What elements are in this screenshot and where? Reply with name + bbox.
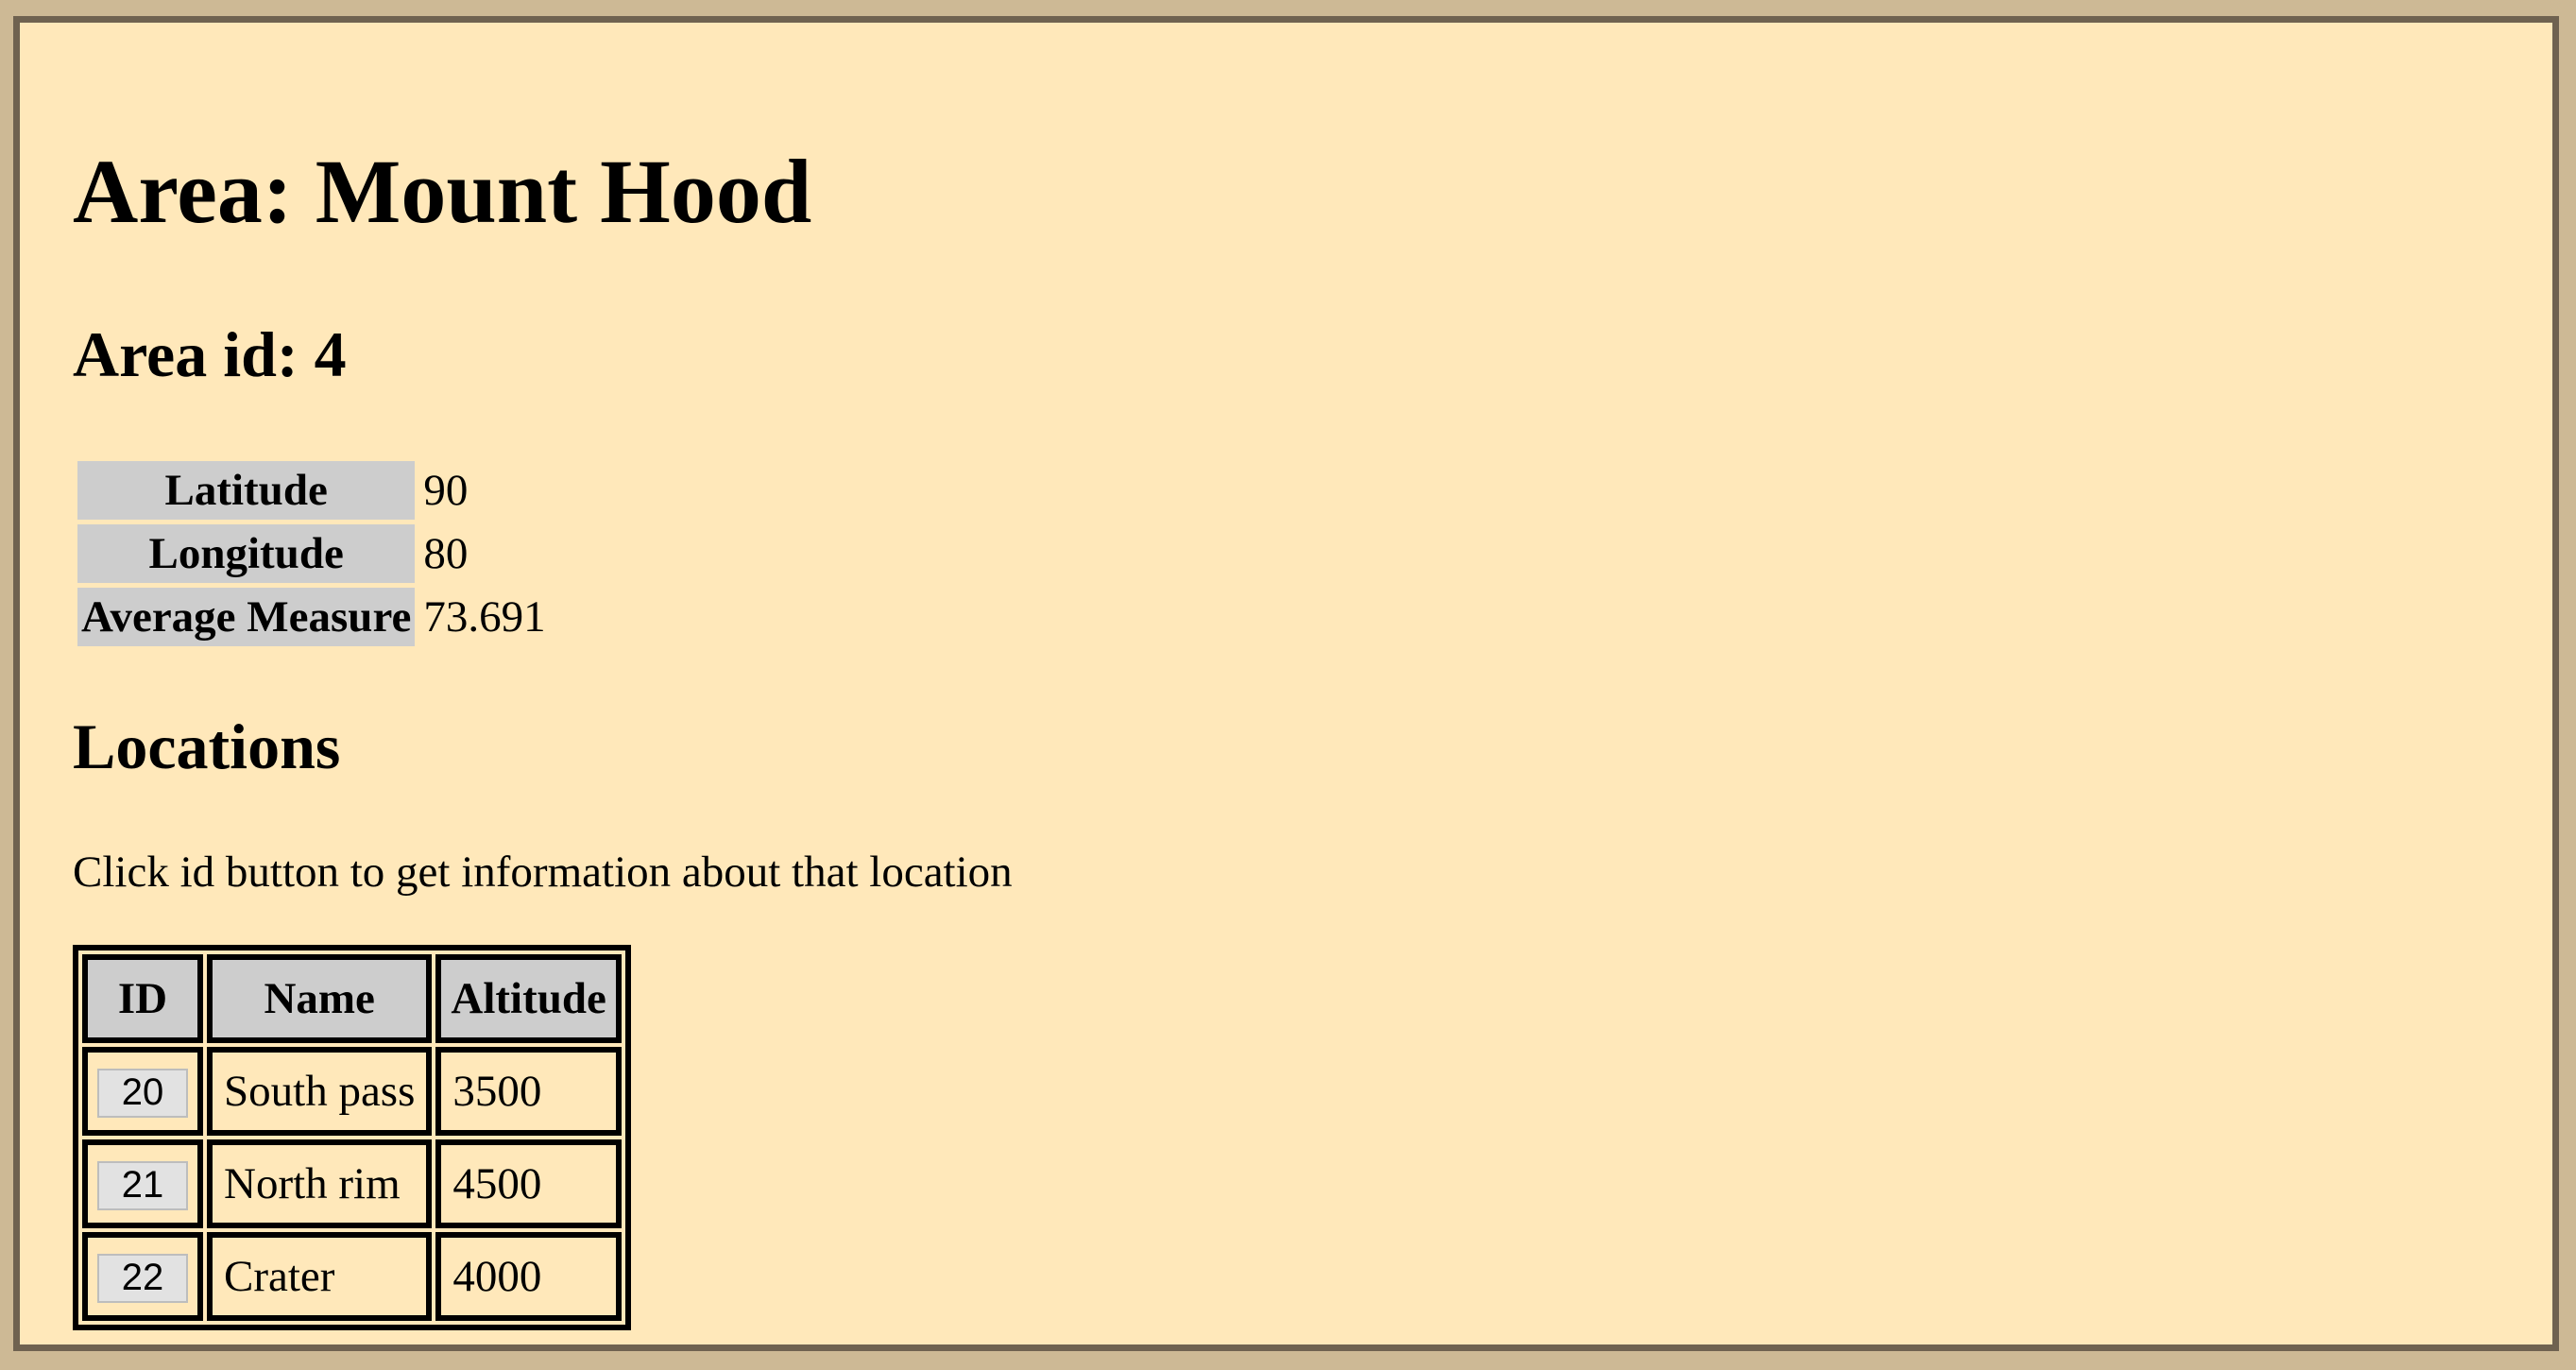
altitude-cell: 3500 (435, 1047, 622, 1136)
info-value: 73.691 (423, 592, 546, 642)
location-id-button[interactable]: 21 (97, 1160, 188, 1210)
page-frame: Area: Mount Hood Area id: 4 Latitude 90 … (13, 16, 2559, 1351)
locations-hint: Click id button to get information about… (73, 848, 1013, 897)
table-row: 22 Crater 4000 (82, 1232, 622, 1321)
locations-table: ID Name Altitude 20 South pass 3500 21 N… (73, 945, 631, 1330)
area-info-table: Latitude 90 Longitude 80 Average Measure… (73, 456, 554, 651)
info-label: Longitude (77, 524, 416, 583)
column-header-name: Name (207, 954, 433, 1043)
locations-heading: Locations (73, 711, 341, 782)
id-cell: 20 (82, 1047, 203, 1136)
location-id-button[interactable]: 20 (97, 1068, 188, 1118)
info-label: Average Measure (77, 588, 416, 646)
table-row: 21 North rim 4500 (82, 1139, 622, 1228)
info-value: 90 (423, 466, 469, 515)
location-id-button[interactable]: 22 (97, 1253, 188, 1303)
page-title: Area: Mount Hood (73, 141, 812, 242)
info-row-longitude: Longitude 80 (77, 524, 550, 583)
altitude-cell: 4000 (435, 1232, 622, 1321)
column-header-altitude: Altitude (435, 954, 622, 1043)
id-cell: 21 (82, 1139, 203, 1228)
name-cell: South pass (207, 1047, 433, 1136)
column-header-id: ID (82, 954, 203, 1043)
table-header-row: ID Name Altitude (82, 954, 622, 1043)
info-row-average-measure: Average Measure 73.691 (77, 588, 550, 646)
name-cell: Crater (207, 1232, 433, 1321)
id-cell: 22 (82, 1232, 203, 1321)
table-row: 20 South pass 3500 (82, 1047, 622, 1136)
info-value: 80 (423, 529, 469, 578)
info-label: Latitude (77, 461, 416, 520)
area-id-heading: Area id: 4 (73, 318, 347, 390)
info-row-latitude: Latitude 90 (77, 461, 550, 520)
altitude-cell: 4500 (435, 1139, 622, 1228)
name-cell: North rim (207, 1139, 433, 1228)
